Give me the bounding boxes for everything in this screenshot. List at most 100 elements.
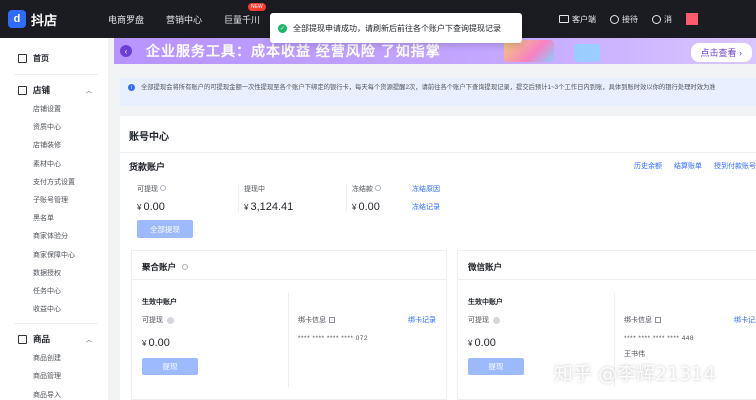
card-title-text: 聚合账户 (142, 261, 176, 273)
withdrawable-stat: 可提现 ¥0.00 (137, 184, 166, 213)
frozen-links: 冻结原因 冻结记录 (412, 184, 440, 212)
withdraw-button[interactable]: 提现 (468, 358, 524, 375)
sidebar-item-decoration[interactable]: 店铺装修 (0, 137, 108, 155)
bind-card-info: 绑卡信息 (298, 315, 335, 325)
withdrawing-stat: 提现中 ¥3,124.41 (244, 184, 293, 213)
withdrawable-amount: 0.00 (143, 201, 164, 213)
sidebar-item-qualification[interactable]: 资质中心 (0, 119, 108, 137)
new-badge: NEW (248, 3, 266, 11)
sidebar-item-product-import[interactable]: 商品导入 (0, 387, 108, 400)
frozen-reason-link[interactable]: 冻结原因 (412, 184, 440, 194)
logo-text: 抖店 (31, 10, 57, 29)
card-amount: ¥0.00 (142, 337, 170, 349)
sidebar-item-product-create[interactable]: 商品创建 (0, 350, 108, 368)
sidebar-group-store[interactable]: 店铺 ︿ (0, 79, 108, 101)
banner-illustration (504, 40, 554, 62)
aggregate-account-card: 聚合账户 生效中账户 可提现 ¥0.00 提现 绑卡信息 绑卡记录 **** *… (131, 250, 447, 400)
card-withdrawable-label: 可提现 (468, 315, 489, 325)
withdraw-button[interactable]: 提现 (142, 358, 198, 375)
toast-message: 全部提现申请成功，请刷新后前往各个账户下查询提现记录 (293, 23, 501, 34)
account-center-panel: 账号中心 货款账户 历史余额 结算账单 授到付款账号 可提现 ¥0.00 提现中… (120, 116, 756, 400)
check-circle-icon: ✓ (278, 24, 287, 33)
nav-qianchuan-label: 巨量千川 (224, 15, 260, 25)
card-withdrawable: 可提现 (142, 315, 174, 325)
freeze-record-link[interactable]: 冻结记录 (412, 202, 440, 212)
sidebar-item-experience-score[interactable]: 商家体验分 (0, 228, 108, 246)
card-amount: ¥0.00 (468, 337, 496, 349)
message-button[interactable]: 消 (652, 14, 672, 25)
frozen-value: ¥0.00 (352, 201, 381, 213)
payment-account-title: 货款账户 (129, 160, 165, 173)
bind-card-label: 绑卡信息 (298, 315, 326, 325)
bell-icon (652, 15, 661, 24)
info-notice: i 全部提现会将所有账户的可提现金额一次性提现至各个账户下绑定的银行卡，每天每个… (120, 78, 756, 106)
bind-record-link[interactable]: 绑卡记录 (734, 315, 756, 325)
nav-marketing[interactable]: 营销中心 (166, 13, 202, 26)
card-holder-name: 王书伟 (624, 349, 645, 359)
withdrawable-label: 可提现 (137, 184, 166, 194)
settlement-bill-link[interactable]: 结算账单 (674, 161, 702, 171)
divider (238, 184, 239, 212)
banner-view-button[interactable]: 点击查看 › (691, 43, 753, 62)
card-withdrawable-label: 可提现 (142, 315, 163, 325)
sidebar-item-payment-settings[interactable]: 支付方式设置 (0, 174, 108, 192)
withdraw-all-button[interactable]: 全部提现 (137, 220, 193, 238)
currency-symbol: ¥ (137, 203, 141, 212)
chevron-up-icon: ︿ (86, 335, 92, 344)
sidebar-home-label: 首页 (33, 53, 49, 64)
avatar[interactable] (686, 13, 698, 25)
top-nav: 电商罗盘 营销中心 巨量千川 NEW (108, 13, 282, 26)
history-balance-link[interactable]: 历史余额 (634, 161, 662, 171)
nav-qianchuan[interactable]: 巨量千川 NEW (224, 13, 260, 26)
sidebar-item-guarantee[interactable]: 商家保障中心 (0, 247, 108, 265)
withdrawable-label-text: 可提现 (137, 186, 158, 193)
sidebar-item-blacklist[interactable]: 黑名单 (0, 210, 108, 228)
top-right-tools: 客户端 接待 消 (559, 0, 756, 38)
sidebar-item-tasks[interactable]: 任务中心 (0, 283, 108, 301)
sidebar-group-products[interactable]: 商品 ︿ (0, 328, 108, 350)
sidebar: 首页 店铺 ︿ 店铺设置 资质中心 店铺装修 素材中心 支付方式设置 子账号管理… (0, 38, 108, 400)
withdrawing-label: 提现中 (244, 184, 293, 194)
nav-compass[interactable]: 电商罗盘 (108, 13, 144, 26)
logo-icon: d (8, 10, 26, 28)
frozen-amount: 0.00 (358, 201, 379, 213)
sidebar-item-data-auth[interactable]: 数据授权 (0, 265, 108, 283)
withdrawing-value: ¥3,124.41 (244, 201, 293, 213)
sidebar-item-materials[interactable]: 素材中心 (0, 156, 108, 174)
client-button[interactable]: 客户端 (559, 14, 596, 25)
monitor-icon (559, 15, 569, 23)
payment-account-link[interactable]: 授到付款账号 (714, 161, 756, 171)
sidebar-group-store-label: 店铺 (33, 84, 50, 96)
frozen-label-text: 冻结款 (352, 186, 373, 193)
chevron-left-icon[interactable]: ‹ (120, 45, 132, 57)
sidebar-item-sub-accounts[interactable]: 子账号管理 (0, 192, 108, 210)
card-amount-value: 0.00 (474, 337, 495, 349)
info-icon: i (128, 84, 135, 91)
edit-icon[interactable] (329, 317, 335, 323)
help-icon[interactable] (182, 264, 188, 270)
message-label: 消 (664, 14, 672, 25)
bind-record-link[interactable]: 绑卡记录 (408, 315, 436, 325)
bind-card-info: 绑卡信息 (624, 315, 661, 325)
banner-text: 企业服务工具：成本收益 经营风险 了如指掌 (146, 41, 441, 61)
card-status: 生效中账户 (468, 297, 503, 307)
sidebar-item-product-manage[interactable]: 商品管理 (0, 368, 108, 386)
watermark: 知乎 @李辉21314 (554, 359, 715, 386)
divider (458, 279, 756, 280)
help-icon[interactable] (160, 185, 166, 191)
sidebar-group-products-label: 商品 (33, 333, 50, 345)
help-icon[interactable] (375, 185, 381, 191)
bind-card-label: 绑卡信息 (624, 315, 652, 325)
info-dot-icon (493, 317, 500, 324)
store-icon (18, 86, 27, 95)
sidebar-item-home[interactable]: 首页 (0, 46, 108, 70)
sidebar-item-earnings[interactable]: 收益中心 (0, 301, 108, 319)
receive-button[interactable]: 接待 (610, 14, 638, 25)
edit-icon[interactable] (655, 317, 661, 323)
receive-label: 接待 (622, 14, 638, 25)
product-icon (18, 335, 27, 344)
sidebar-item-store-settings[interactable]: 店铺设置 (0, 101, 108, 119)
home-icon (18, 54, 27, 63)
logo[interactable]: d 抖店 (0, 10, 108, 29)
currency-symbol: ¥ (142, 339, 146, 348)
